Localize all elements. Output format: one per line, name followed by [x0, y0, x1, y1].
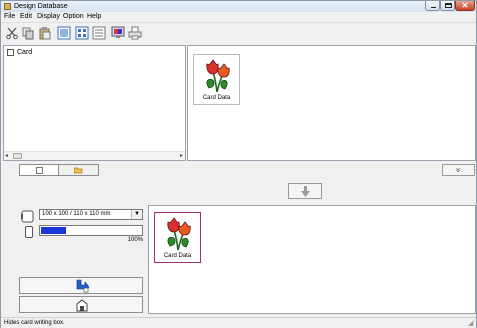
tree-checkbox[interactable] [7, 49, 14, 56]
app-window: Design Database ✕ File Edit Display Opti… [0, 0, 477, 328]
tulip-icon [206, 59, 230, 92]
menu-display[interactable]: Display [37, 13, 60, 21]
scroll-left-icon[interactable]: ◂ [5, 153, 8, 160]
status-text: Hides card writing box. [4, 320, 65, 326]
tulip-icon [167, 217, 191, 250]
write-to-card-icon [76, 279, 89, 293]
card-memory-icon [25, 226, 33, 238]
menu-edit[interactable]: Edit [20, 13, 32, 21]
tab-card[interactable] [19, 164, 59, 176]
tree-item-label: Card [17, 49, 33, 56]
card-icon [36, 167, 43, 174]
grid-view-icon[interactable] [75, 26, 89, 40]
menu-bar: File Edit Display Option Help [1, 12, 476, 22]
app-icon [4, 3, 11, 10]
card-list-item-caption: Card Data [163, 253, 192, 259]
design-preview-panel: Card Data [187, 45, 476, 161]
title-bar[interactable]: Design Database ✕ [1, 1, 476, 12]
double-chevron-down-icon: » [454, 167, 464, 173]
transfer-to-card-button[interactable] [288, 183, 322, 199]
status-bar: Hides card writing box. ◢ [1, 317, 476, 328]
paste-icon[interactable] [38, 26, 52, 40]
menu-file[interactable]: File [4, 13, 15, 21]
list-view-icon[interactable] [92, 26, 106, 40]
card-contents-panel: Card Data [148, 205, 476, 314]
resize-grip-icon[interactable]: ◢ [468, 320, 475, 327]
memory-usage-percent: 100% [127, 237, 143, 243]
menu-help[interactable]: Help [87, 13, 101, 21]
cut-icon[interactable] [5, 26, 19, 40]
memory-usage-fill [41, 227, 66, 234]
maximize-button[interactable] [440, 1, 455, 11]
horizontal-scrollbar[interactable]: ◂ ▸ [4, 151, 185, 160]
card-size-select[interactable]: 100 x 100 / 110 x 110 mm ▼ [39, 209, 143, 220]
close-icon: ✕ [461, 1, 469, 10]
close-button[interactable]: ✕ [455, 1, 475, 11]
card-size-value: 100 x 100 / 110 x 110 mm [42, 211, 111, 217]
scroll-right-icon[interactable]: ▸ [180, 153, 183, 160]
monitor-icon[interactable] [111, 26, 125, 40]
toolbar [1, 22, 476, 42]
maximize-icon [445, 3, 452, 8]
minimize-icon [431, 7, 436, 8]
menu-option[interactable]: Option [63, 13, 84, 21]
copy-icon[interactable] [21, 26, 35, 40]
preview-card-caption: Card Data [202, 95, 231, 101]
minimize-button[interactable] [425, 1, 440, 11]
folder-open-icon [73, 167, 83, 174]
arrow-down-icon [301, 186, 310, 197]
card-tree-panel[interactable]: Card ◂ ▸ [3, 45, 186, 161]
card-slot-button[interactable] [19, 296, 143, 313]
expand-button[interactable]: » [442, 164, 475, 176]
tab-folder[interactable] [59, 164, 99, 176]
memory-usage-bar [39, 225, 143, 236]
preview-card[interactable]: Card Data [193, 54, 240, 105]
scroll-thumb[interactable] [13, 153, 22, 159]
card-list-item[interactable]: Card Data [154, 212, 201, 263]
thumbnail-view-icon[interactable] [57, 26, 71, 40]
source-tabs: » [1, 163, 476, 177]
chevron-down-icon[interactable]: ▼ [131, 210, 142, 219]
card-size-icon [21, 210, 34, 223]
print-icon[interactable] [128, 26, 142, 40]
window-title: Design Database [14, 3, 68, 10]
write-to-card-button[interactable] [19, 277, 143, 294]
card-slot-icon [76, 299, 88, 312]
